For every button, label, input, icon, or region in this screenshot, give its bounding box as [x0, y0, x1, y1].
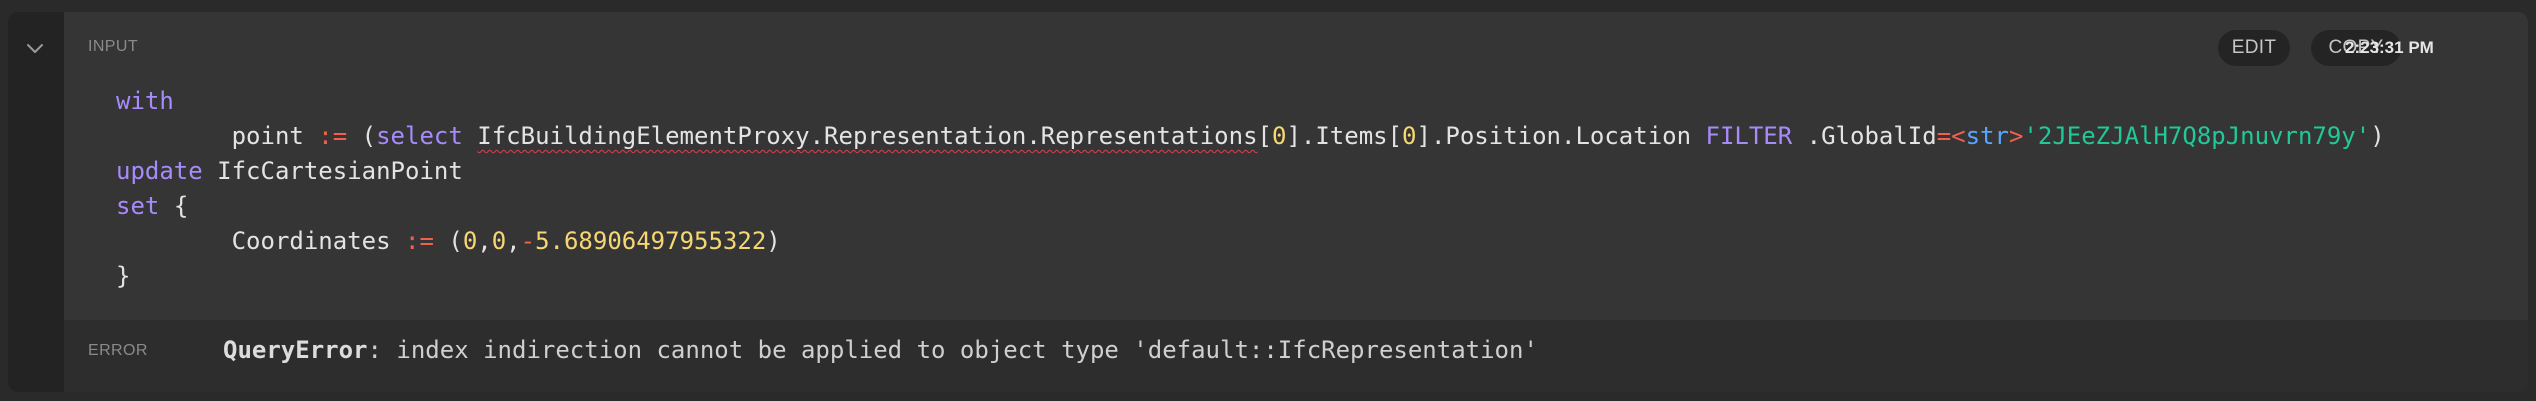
number: 0 — [491, 227, 507, 255]
error-section-label: ERROR — [88, 342, 148, 359]
keyword: FILTER — [1705, 122, 1793, 150]
operator: > — [2008, 122, 2024, 150]
keyword: update — [116, 157, 203, 185]
number: 5.68906497955322 — [535, 227, 767, 255]
operator: - — [520, 227, 536, 255]
type-name: str — [1965, 122, 2009, 150]
timestamp: 2:23:31 PM — [2345, 38, 2434, 57]
error-text: : index indirection cannot be applied to… — [367, 336, 1538, 364]
keyword: with — [116, 87, 174, 115]
identifier: point — [231, 122, 304, 150]
number: 0 — [1402, 122, 1417, 150]
operator: = — [1936, 122, 1952, 150]
chevron-down-icon[interactable] — [22, 36, 48, 62]
collapse-gutter — [8, 12, 64, 392]
punct: [ — [1257, 122, 1272, 150]
operator: := — [405, 227, 434, 255]
error-message: QueryError: index indirection cannot be … — [223, 336, 1538, 364]
number: 0 — [1271, 122, 1287, 150]
operator: := — [318, 122, 348, 150]
query-editor[interactable]: with point := (select IfcBuildingElement… — [116, 84, 2385, 294]
error-underlined-path: IfcBuildingElementProxy.Representation.R… — [477, 122, 1258, 150]
identifier: .Items — [1300, 122, 1388, 150]
punct: ) — [2370, 122, 2385, 150]
operator: < — [1951, 122, 1966, 150]
punct: ( — [448, 227, 463, 255]
number: 0 — [462, 227, 478, 255]
punct: ) — [766, 227, 781, 255]
punct: ( — [361, 122, 377, 150]
punct: ] — [1286, 122, 1301, 150]
punct: [ — [1387, 122, 1403, 150]
punct: ] — [1416, 122, 1431, 150]
keyword: set — [116, 192, 160, 220]
punct: { — [173, 192, 189, 220]
identifier: .GlobalId — [1806, 122, 1937, 150]
string-literal: '2JEeZJAlH7Q8pJnuvrn79y' — [2023, 122, 2371, 150]
type-name: IfcCartesianPoint — [217, 157, 463, 185]
identifier: .Position.Location — [1430, 122, 1692, 150]
keyword: select — [376, 122, 463, 150]
punct: } — [116, 262, 131, 290]
error-type: QueryError — [223, 336, 368, 364]
identifier: Coordinates — [231, 227, 391, 255]
edit-button[interactable]: EDIT — [2218, 30, 2290, 66]
input-section-label: INPUT — [88, 38, 138, 55]
